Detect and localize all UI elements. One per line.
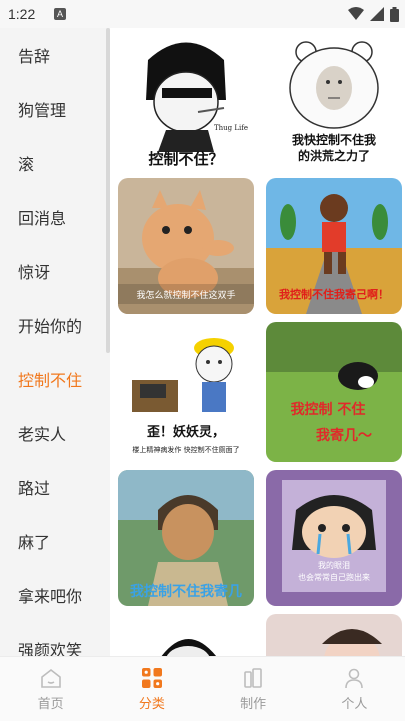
tab-category[interactable]: 分类 <box>101 657 202 721</box>
wifi-icon <box>348 7 364 20</box>
meme-image <box>266 614 402 656</box>
notification-icon: A <box>54 8 66 20</box>
meme-caption: 歪！妖妖灵， <box>147 424 225 440</box>
meme-image: 我控制不住我寄己啊！ <box>266 178 402 314</box>
meme-image: 我快控制不住我 的洪荒之力了 <box>266 30 402 170</box>
meme-tag: Thug Life <box>214 124 248 132</box>
sidebar-item[interactable]: 强颜欢笑 <box>0 622 110 656</box>
meme-grid[interactable]: Thug Life 控制不住？ 我快控制不住我 的洪荒之力了 我怎么就控制不住这… <box>110 28 405 656</box>
meme-image: 我的眼泪 也会常常自己跑出来 <box>266 470 402 606</box>
meme-image: 我怎么就控制不住这双手 <box>118 178 254 314</box>
category-sidebar[interactable]: 告辞 狗管理 滚 回消息 惊讶 开始你的 控制不住 老实人 路过 麻了 拿来吧你… <box>0 28 110 656</box>
meme-image: 我控制 不住 我寄几～ <box>266 322 402 462</box>
meme-image: 我控制不住我寄几 <box>118 470 254 606</box>
meme-image: 歪！妖妖灵， 楼上精神病发作 快控制不住厕面了 <box>118 322 254 462</box>
meme-caption: 我控制 不住 <box>291 401 366 418</box>
meme-tile[interactable] <box>266 614 402 656</box>
sidebar-item[interactable]: 拿来吧你 <box>0 568 110 622</box>
bottom-tab-bar: 首页 分类 制作 个人 <box>0 656 405 721</box>
meme-caption: 楼上精神病发作 快控制不住厕面了 <box>132 445 239 454</box>
meme-tile[interactable]: 我怎么就控制不住这双手 <box>118 178 254 314</box>
tab-make[interactable]: 制作 <box>203 657 304 721</box>
sidebar-item[interactable]: 回消息 <box>0 190 110 244</box>
category-icon <box>141 667 162 688</box>
sidebar-item[interactable]: 惊讶 <box>0 244 110 298</box>
sidebar-item[interactable]: 麻了 <box>0 514 110 568</box>
meme-tile[interactable]: Thug Life 控制不住？ <box>118 30 254 170</box>
make-icon <box>244 667 262 688</box>
meme-tile[interactable]: 我控制 不住 我寄几～ <box>266 322 402 462</box>
tab-label: 分类 <box>138 696 165 712</box>
sidebar-item[interactable]: 滚 <box>0 136 110 190</box>
meme-caption: 我控制不住我寄几 <box>130 583 242 600</box>
tab-profile[interactable]: 个人 <box>304 657 405 721</box>
meme-tile[interactable]: 歪！妖妖灵， 楼上精神病发作 快控制不住厕面了 <box>118 322 254 462</box>
tab-label: 制作 <box>240 696 267 712</box>
meme-tile[interactable]: 我快控制不住我 的洪荒之力了 <box>266 30 402 170</box>
tab-label: 首页 <box>37 696 64 712</box>
meme-caption: 我控制不住我寄己啊！ <box>279 287 389 301</box>
meme-caption: 的洪荒之力了 <box>298 148 370 163</box>
sidebar-item[interactable]: 狗管理 <box>0 82 110 136</box>
tab-home[interactable]: 首页 <box>0 657 101 721</box>
sidebar-item[interactable]: 路过 <box>0 460 110 514</box>
meme-caption: 控制不住？ <box>148 150 223 168</box>
sidebar-item[interactable]: 开始你的 <box>0 298 110 352</box>
meme-caption: 我怎么就控制不住这双手 <box>136 289 235 301</box>
sidebar-item-active[interactable]: 控制不住 <box>0 352 110 406</box>
meme-caption: 我寄几～ <box>316 427 372 444</box>
sidebar-item[interactable]: 告辞 <box>0 28 110 82</box>
home-icon <box>40 668 61 688</box>
battery-icon <box>390 6 399 22</box>
status-bar: 1:22 A <box>0 0 405 28</box>
meme-image: Thug Life 控制不住？ <box>118 30 254 170</box>
person-icon <box>345 668 364 688</box>
meme-tile[interactable]: 我的眼泪 也会常常自己跑出来 <box>266 470 402 606</box>
meme-tile[interactable] <box>118 614 254 656</box>
meme-caption: 我的眼泪 <box>318 560 350 570</box>
meme-caption: 也会常常自己跑出来 <box>298 572 370 582</box>
sidebar-item[interactable]: 老实人 <box>0 406 110 460</box>
meme-tile[interactable]: 我控制不住我寄己啊！ <box>266 178 402 314</box>
meme-caption: 我快控制不住我 <box>292 132 376 147</box>
tab-label: 个人 <box>341 696 368 712</box>
meme-image <box>118 614 254 656</box>
status-time: 1:22 <box>8 6 36 22</box>
meme-tile[interactable]: 我控制不住我寄几 <box>118 470 254 606</box>
signal-icon <box>370 7 384 21</box>
